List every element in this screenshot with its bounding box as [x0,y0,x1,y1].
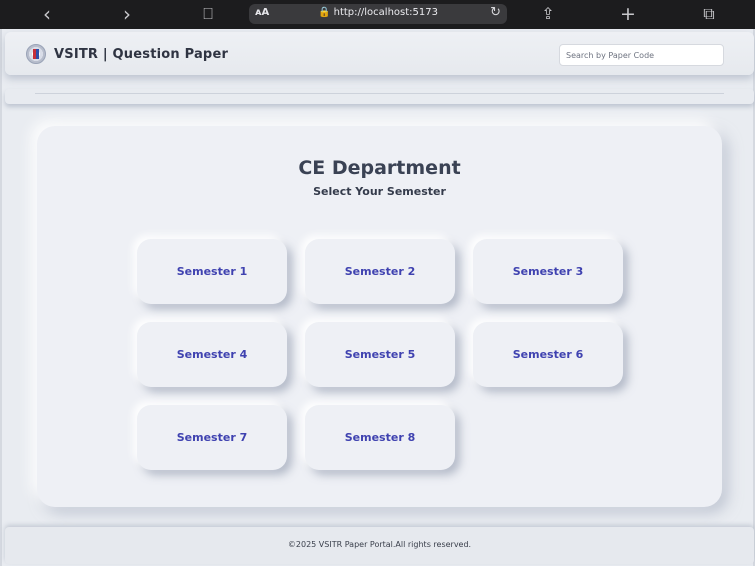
plus-icon[interactable]: + [620,5,636,24]
address-bar[interactable]: ᴀA 🔒 http://localhost:5173 ↻ [249,4,507,24]
semester-3-button[interactable]: Semester 3 [473,239,623,304]
top-navbar: VSITR | Question Paper [5,32,754,75]
semester-7-button[interactable]: Semester 7 [137,405,287,470]
url-text: 🔒 http://localhost:5173 [318,7,438,18]
browser-toolbar: ‹ › ⎕ ᴀA 🔒 http://localhost:5173 ↻ ⇪ + ⧉ [0,0,755,29]
reload-icon[interactable]: ↻ [490,5,501,20]
chevron-left-icon[interactable]: ‹ [40,4,54,24]
page-title: CE Department [298,157,461,179]
book-icon[interactable]: ⎕ [199,5,217,23]
semester-1-button[interactable]: Semester 1 [137,239,287,304]
brand-title[interactable]: VSITR | Question Paper [54,47,228,62]
footer: ©2025 VSITR Paper Portal.All rights rese… [5,527,754,564]
semester-6-button[interactable]: Semester 6 [473,322,623,387]
secondary-bar [5,89,754,104]
semester-2-button[interactable]: Semester 2 [305,239,455,304]
copyright-text: ©2025 VSITR Paper Portal.All rights rese… [287,540,472,549]
college-logo-icon [26,44,46,64]
share-icon[interactable]: ⇪ [540,5,556,23]
app-viewport: VSITR | Question Paper CE Department Sel… [0,29,755,566]
page-subtitle: Select Your Semester [313,185,446,198]
search-input[interactable] [559,44,724,66]
divider [35,93,724,94]
semester-5-button[interactable]: Semester 5 [305,322,455,387]
semester-4-button[interactable]: Semester 4 [137,322,287,387]
semester-8-button[interactable]: Semester 8 [305,405,455,470]
semester-card: CE Department Select Your Semester Semes… [37,126,722,507]
tabs-icon[interactable]: ⧉ [700,5,718,23]
chevron-right-icon[interactable]: › [120,4,134,24]
